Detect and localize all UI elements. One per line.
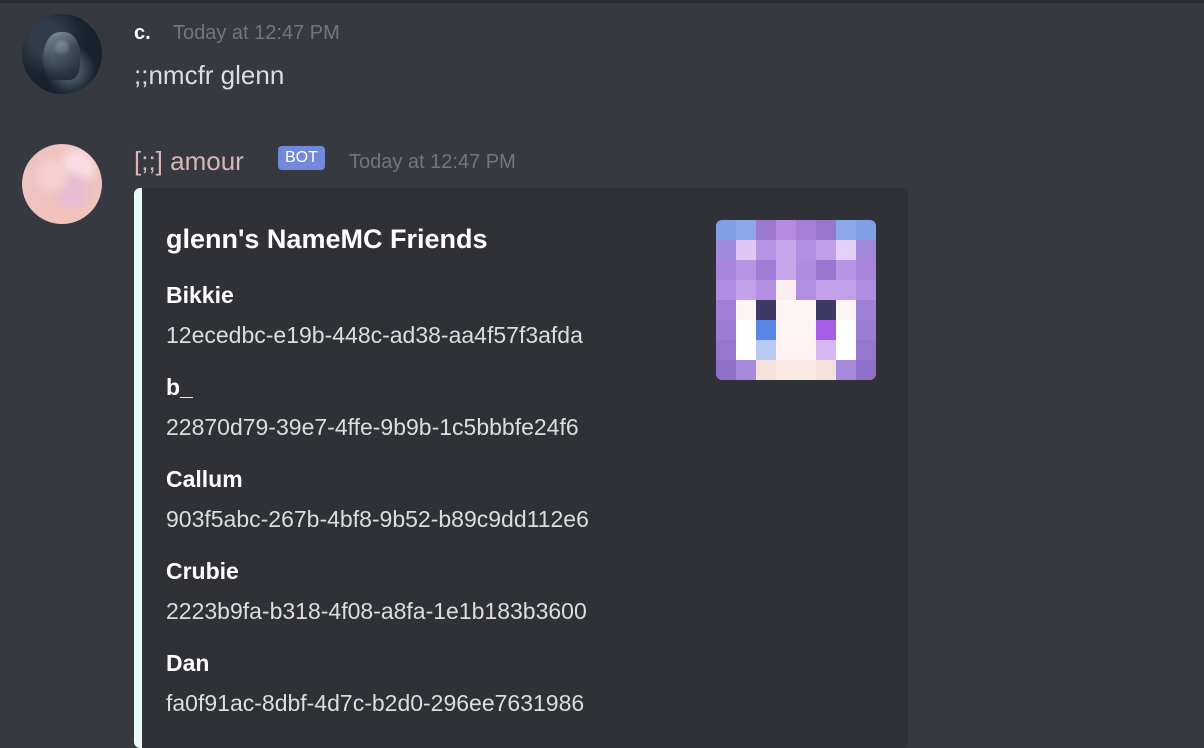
field-value: 22870d79-39e7-4ffe-9b9b-1c5bbbfe24f6	[166, 414, 579, 440]
embed-field: Callum 903f5abc-267b-4bf8-9b52-b89c9dd11…	[166, 464, 589, 534]
field-name: Crubie	[166, 558, 239, 584]
embed-card: glenn's NameMC Friends Bikkie 12ecedbc-e…	[134, 188, 908, 748]
bot-badge: BOT	[278, 146, 325, 170]
embed-field: b_ 22870d79-39e7-4ffe-9b9b-1c5bbbfe24f6	[166, 372, 579, 442]
field-name: Dan	[166, 650, 210, 676]
bot-username[interactable]: [;;] amour	[134, 146, 244, 177]
embed-field: Crubie 2223b9fa-b318-4f08-a8fa-1e1b183b3…	[166, 556, 587, 626]
message-timestamp: Today at 12:47 PM	[349, 151, 516, 173]
field-value: 12ecedbc-e19b-448c-ad38-aa4f57f3afda	[166, 322, 583, 348]
username[interactable]: c.	[134, 22, 151, 45]
channel-top-divider	[0, 0, 1204, 3]
field-name: Callum	[166, 466, 243, 492]
field-name: b_	[166, 374, 193, 400]
field-value: 2223b9fa-b318-4f08-a8fa-1e1b183b3600	[166, 598, 587, 624]
user-avatar[interactable]	[22, 14, 102, 94]
embed-field: Bikkie 12ecedbc-e19b-448c-ad38-aa4f57f3a…	[166, 280, 583, 350]
field-value: 903f5abc-267b-4bf8-9b52-b89c9dd112e6	[166, 506, 589, 532]
bot-avatar[interactable]	[22, 144, 102, 224]
field-value: fa0f91ac-8dbf-4d7c-b2d0-296ee7631986	[166, 690, 585, 716]
field-name: Bikkie	[166, 282, 234, 308]
message-content: ;;nmcfr glenn	[134, 60, 285, 90]
embed-field: Dan fa0f91ac-8dbf-4d7c-b2d0-296ee7631986	[166, 648, 584, 718]
message-timestamp: Today at 12:47 PM	[173, 22, 340, 44]
embed-thumbnail-skin-head[interactable]	[716, 220, 876, 380]
embed-title: glenn's NameMC Friends	[166, 224, 488, 254]
